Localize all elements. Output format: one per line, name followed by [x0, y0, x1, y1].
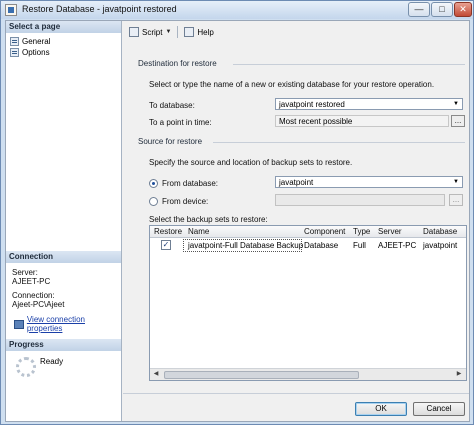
column-header-component[interactable]: Component: [304, 227, 345, 236]
restore-database-window: Restore Database - javatpoint restored —…: [0, 0, 474, 425]
from-database-label: From database:: [162, 179, 219, 188]
left-pane: Select a page General Options Connection…: [6, 21, 122, 421]
from-device-browse-button: ...: [449, 194, 463, 206]
table-header: Restore Name Component Type Server Datab…: [150, 226, 466, 238]
row-component: Database: [304, 241, 339, 250]
connection-header: Connection: [6, 251, 121, 263]
column-header-name[interactable]: Name: [188, 227, 209, 236]
column-header-restore[interactable]: Restore: [154, 227, 182, 236]
page-item-label: Options: [22, 47, 50, 57]
row-name: javatpoint-Full Database Backup: [188, 241, 304, 250]
to-database-label: To database:: [149, 101, 195, 110]
point-in-time-value: Most recent possible: [279, 117, 353, 126]
from-device-radio[interactable]: [149, 197, 158, 206]
ok-button[interactable]: OK: [355, 402, 407, 416]
from-database-combobox[interactable]: javatpoint ▼: [275, 176, 463, 188]
point-in-time-field: Most recent possible: [275, 115, 449, 127]
progress-header: Progress: [6, 339, 121, 351]
column-header-server[interactable]: Server: [378, 227, 402, 236]
cancel-button[interactable]: Cancel: [413, 402, 465, 416]
title-bar[interactable]: Restore Database - javatpoint restored —…: [1, 1, 473, 19]
to-database-combobox[interactable]: javatpoint restored ▼: [275, 98, 463, 110]
backup-sets-table: Restore Name Component Type Server Datab…: [149, 225, 467, 381]
minimize-button[interactable]: —: [408, 2, 430, 17]
page-icon: [10, 36, 19, 46]
progress-spinner-icon: [16, 357, 36, 377]
page-icon: [10, 47, 19, 57]
select-sets-label: Select the backup sets to restore:: [149, 215, 268, 224]
from-database-radio[interactable]: [149, 179, 158, 188]
help-icon: [184, 27, 195, 37]
properties-icon: [14, 319, 24, 329]
select-page-header: Select a page: [6, 21, 121, 33]
script-label: Script: [142, 27, 163, 37]
page-item-options[interactable]: Options: [10, 47, 50, 57]
to-database-value: javatpoint restored: [279, 100, 345, 109]
app-icon: [5, 4, 17, 16]
row-database: javatpoint: [423, 241, 458, 250]
column-header-type[interactable]: Type: [353, 227, 370, 236]
destination-divider: [233, 64, 465, 65]
from-device-field: [275, 194, 445, 206]
from-database-value: javatpoint: [279, 178, 314, 187]
toolbar: Script ▼ Help: [123, 21, 469, 43]
horizontal-scrollbar[interactable]: ◀ ▶: [150, 368, 466, 380]
restore-checkbox[interactable]: ✓: [161, 240, 171, 250]
scroll-left-icon[interactable]: ◀: [151, 370, 161, 379]
source-instruction: Specify the source and location of backu…: [149, 158, 353, 167]
main-pane: Script ▼ Help Destination for restore Se…: [123, 21, 469, 421]
view-connection-properties-link[interactable]: View connection properties: [14, 315, 121, 333]
window-title: Restore Database - javatpoint restored: [22, 4, 177, 14]
column-header-database[interactable]: Database: [423, 227, 457, 236]
connection-value: Ajeet-PC\Ajeet: [12, 300, 65, 309]
dialog-button-bar: OK Cancel: [123, 393, 469, 421]
source-divider: [213, 142, 465, 143]
point-in-time-browse-button[interactable]: ...: [451, 115, 465, 127]
chevron-down-icon[interactable]: ▼: [165, 29, 171, 35]
connection-label: Connection:: [12, 291, 55, 300]
row-type: Full: [353, 241, 366, 250]
scrollbar-thumb[interactable]: [164, 371, 359, 379]
source-group-label: Source for restore: [138, 137, 203, 146]
toolbar-separator: [177, 26, 179, 38]
chevron-down-icon[interactable]: ▼: [453, 178, 459, 187]
view-connection-properties-label: View connection properties: [26, 315, 85, 333]
dialog-frame: Select a page General Options Connection…: [5, 20, 470, 422]
destination-instruction: Select or type the name of a new or exis…: [149, 80, 435, 89]
table-row[interactable]: ✓ javatpoint-Full Database Backup Databa…: [150, 239, 466, 252]
destination-group-label: Destination for restore: [138, 59, 217, 68]
point-in-time-label: To a point in time:: [149, 118, 212, 127]
page-item-general[interactable]: General: [10, 36, 50, 46]
progress-status: Ready: [40, 357, 64, 366]
script-icon: [129, 27, 139, 37]
row-server: AJEET-PC: [378, 241, 417, 250]
from-device-label: From device:: [162, 197, 209, 206]
server-label: Server:: [12, 268, 38, 277]
server-value: AJEET-PC: [12, 277, 51, 286]
scroll-right-icon[interactable]: ▶: [454, 370, 464, 379]
maximize-button[interactable]: □: [431, 2, 453, 17]
chevron-down-icon[interactable]: ▼: [453, 100, 459, 109]
page-item-label: General: [22, 36, 51, 46]
help-label: Help: [197, 27, 214, 37]
script-button[interactable]: Script ▼: [129, 27, 171, 37]
close-button[interactable]: ✕: [454, 2, 472, 17]
help-button[interactable]: Help: [184, 27, 214, 37]
